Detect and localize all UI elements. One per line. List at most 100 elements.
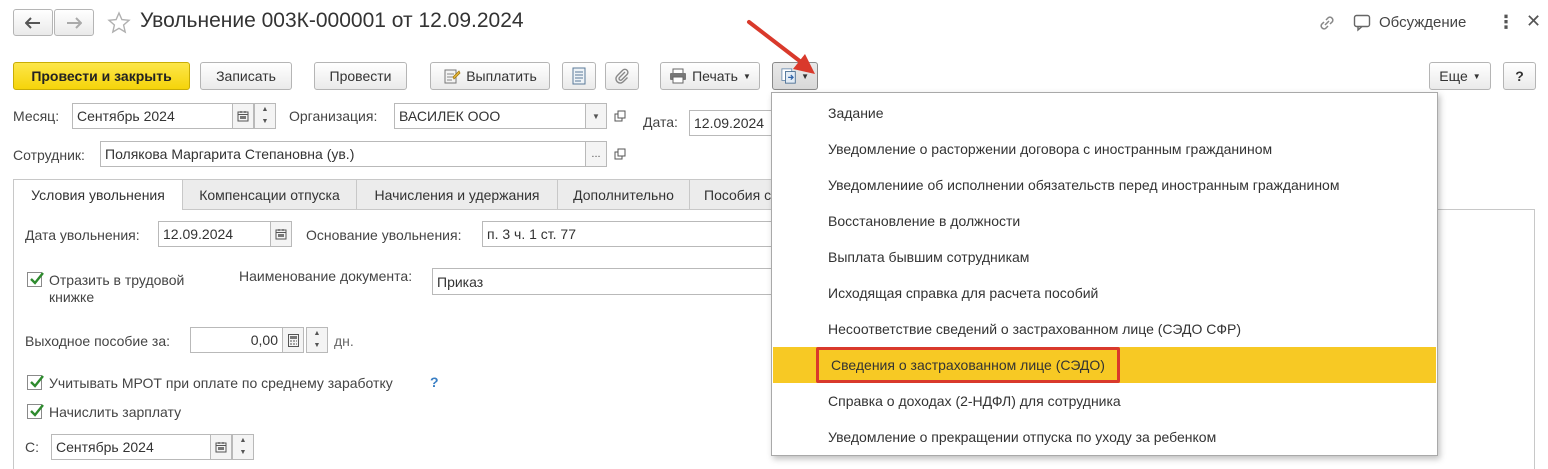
date-field[interactable]: 12.09.2024 (689, 110, 773, 136)
document-icon (572, 67, 586, 85)
printer-icon (670, 68, 687, 84)
menu-item-label: Сведения о застрахованном лице (СЭДО) (816, 347, 1120, 383)
tab-vacation-compensation[interactable]: Компенсации отпуска (182, 179, 357, 209)
severance-label: Выходное пособие за: (25, 333, 171, 349)
mrot-help-icon[interactable]: ? (430, 374, 439, 390)
checkmark-icon (30, 375, 44, 388)
menu-item-income-certificate[interactable]: Справка о доходах (2-НДФЛ) для сотрудник… (773, 383, 1436, 419)
chevron-down-icon: ▼ (592, 111, 600, 121)
arrow-right-icon (67, 16, 82, 29)
tab-dismissal-conditions[interactable]: Условия увольнения (13, 179, 183, 210)
month-field[interactable]: Сентябрь 2024 (72, 103, 233, 129)
forward-button[interactable] (54, 9, 94, 36)
organization-dropdown-button[interactable]: ▼ (585, 103, 607, 129)
menu-item-benefits-certificate[interactable]: Исходящая справка для расчета пособий (773, 275, 1436, 311)
more-button[interactable]: Еще ▼ (1429, 62, 1491, 90)
menu-item-former-employee-payment[interactable]: Выплата бывшим сотрудникам (773, 239, 1436, 275)
document-name-field[interactable]: Приказ (432, 268, 774, 295)
stepper-down-icon: ▼ (239, 449, 247, 456)
basis-label: Основание увольнения: (306, 227, 462, 243)
labor-book-label-line1: Отразить в трудовой (49, 272, 185, 288)
calculator-icon (287, 333, 299, 347)
star-icon[interactable] (107, 11, 131, 35)
mrot-checkbox[interactable] (27, 375, 44, 390)
print-label: Печать (692, 68, 738, 84)
employee-open-button[interactable] (609, 141, 631, 167)
calendar-button[interactable] (210, 434, 232, 460)
discussion-link[interactable]: Обсуждение (1379, 14, 1466, 31)
accrue-salary-checkbox[interactable] (27, 404, 44, 419)
paperclip-icon (615, 68, 629, 84)
calculator-button[interactable] (282, 327, 304, 353)
create-based-on-menu: Задание Уведомление о расторжении догово… (771, 92, 1438, 456)
basis-field[interactable]: п. 3 ч. 1 ст. 77 (482, 221, 774, 247)
menu-item-task[interactable]: Задание (773, 95, 1436, 131)
from-month-field[interactable]: Сентябрь 2024 (51, 434, 211, 460)
link-icon[interactable] (1317, 13, 1337, 33)
back-button[interactable] (13, 9, 53, 36)
post-and-close-button[interactable]: Провести и закрыть (13, 62, 190, 90)
pay-label: Выплатить (466, 68, 537, 84)
from-month-stepper[interactable]: ▲ ▼ (232, 434, 254, 460)
checkmark-icon (30, 272, 44, 285)
month-label: Месяц: (13, 108, 60, 124)
open-icon (614, 110, 626, 122)
arrow-left-icon (25, 16, 40, 29)
more-label: Еще (1439, 68, 1468, 84)
employee-select-button[interactable]: ... (585, 141, 607, 167)
stepper-up-icon: ▲ (239, 437, 247, 444)
tab-accruals-deductions[interactable]: Начисления и удержания (356, 179, 558, 209)
employee-label: Сотрудник: (13, 147, 85, 163)
severance-field[interactable]: 0,00 (190, 327, 283, 353)
annotation-arrow (747, 20, 815, 74)
calendar-button[interactable] (270, 221, 292, 247)
discussion-icon[interactable] (1353, 14, 1373, 32)
employee-field[interactable]: Полякова Маргарита Степановна (ув.) (100, 141, 586, 167)
more-vertical-icon[interactable]: ⋮ (1497, 12, 1515, 33)
stepper-up-icon: ▲ (261, 106, 269, 113)
help-button[interactable]: ? (1503, 62, 1536, 90)
stepper-up-icon: ▲ (313, 330, 321, 337)
month-stepper[interactable]: ▲ ▼ (254, 103, 276, 129)
menu-item-insured-info-sedo[interactable]: Сведения о застрахованном лице (СЭДО) (773, 347, 1436, 383)
attach-button[interactable] (605, 62, 639, 90)
menu-item-parental-leave-end-notice[interactable]: Уведомление о прекращении отпуска по ухо… (773, 419, 1436, 455)
labor-book-label-line2: книжке (49, 289, 95, 305)
ellipsis-icon: ... (591, 148, 601, 160)
accrue-salary-label: Начислить зарплату (49, 404, 182, 420)
checkmark-icon (30, 404, 44, 417)
menu-item-reinstatement[interactable]: Восстановление в должности (773, 203, 1436, 239)
organization-field[interactable]: ВАСИЛЕК ООО (394, 103, 586, 129)
severance-stepper[interactable]: ▲ ▼ (306, 327, 328, 353)
severance-unit: дн. (334, 333, 354, 349)
calendar-icon (215, 442, 227, 453)
calendar-icon (275, 229, 287, 240)
mrot-label: Учитывать МРОТ при оплате по среднему за… (49, 375, 393, 391)
close-icon[interactable]: ✕ (1526, 11, 1541, 32)
calendar-button[interactable] (232, 103, 254, 129)
pay-button[interactable]: Выплатить (430, 62, 550, 90)
menu-item-contract-termination-notice[interactable]: Уведомление о расторжении договора с ино… (773, 131, 1436, 167)
open-icon (614, 148, 626, 160)
date-label: Дата: (643, 114, 678, 130)
document-name-label: Наименование документа: (239, 268, 413, 284)
tab-additional[interactable]: Дополнительно (557, 179, 690, 209)
labor-book-label: Отразить в трудовой книжке (49, 272, 184, 306)
stepper-down-icon: ▼ (313, 342, 321, 349)
menu-item-insured-info-mismatch[interactable]: Несоответствие сведений о застрахованном… (773, 311, 1436, 347)
organization-open-button[interactable] (609, 103, 631, 129)
dismissal-date-field[interactable]: 12.09.2024 (158, 221, 271, 247)
save-button[interactable]: Записать (200, 62, 292, 90)
tab-benefits[interactable]: Пособия с (689, 179, 779, 209)
labor-book-checkbox[interactable] (27, 272, 44, 287)
post-button[interactable]: Провести (314, 62, 407, 90)
calendar-icon (237, 111, 249, 122)
document-journal-button[interactable] (562, 62, 596, 90)
menu-item-obligations-fulfilled-notice[interactable]: Уведомлениие об исполнении обязательств … (773, 167, 1436, 203)
from-label: С: (25, 439, 39, 455)
page-title: Увольнение 003К-000001 от 12.09.2024 (140, 9, 524, 32)
organization-label: Организация: (289, 108, 378, 124)
dismissal-date-label: Дата увольнения: (25, 227, 140, 243)
stepper-down-icon: ▼ (261, 118, 269, 125)
chevron-down-icon: ▼ (1472, 71, 1481, 81)
